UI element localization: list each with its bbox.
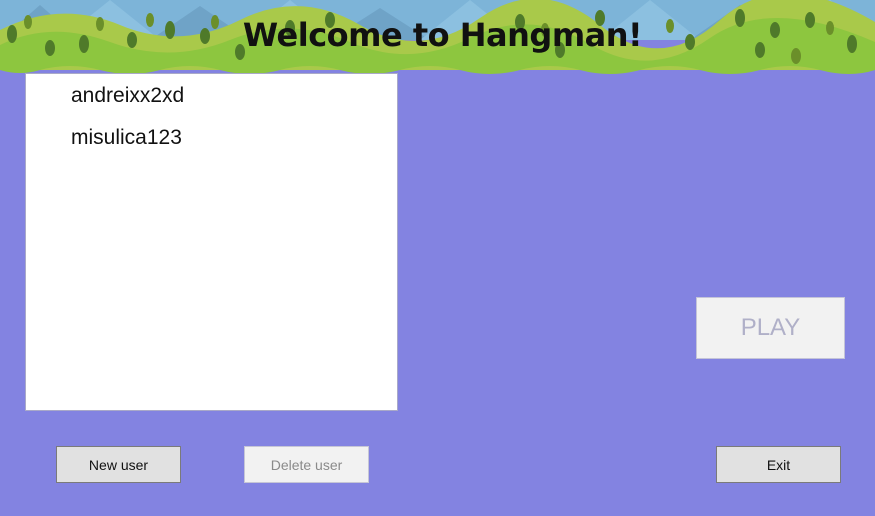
list-item[interactable]: misulica123 bbox=[71, 126, 182, 150]
delete-user-button[interactable]: Delete user bbox=[244, 446, 369, 483]
play-button[interactable]: PLAY bbox=[696, 297, 845, 359]
user-list[interactable]: andreixx2xd misulica123 bbox=[25, 73, 398, 411]
list-item[interactable]: andreixx2xd bbox=[71, 84, 184, 108]
exit-button[interactable]: Exit bbox=[716, 446, 841, 483]
page-title: Welcome to Hangman! bbox=[242, 16, 643, 54]
new-user-button[interactable]: New user bbox=[56, 446, 181, 483]
